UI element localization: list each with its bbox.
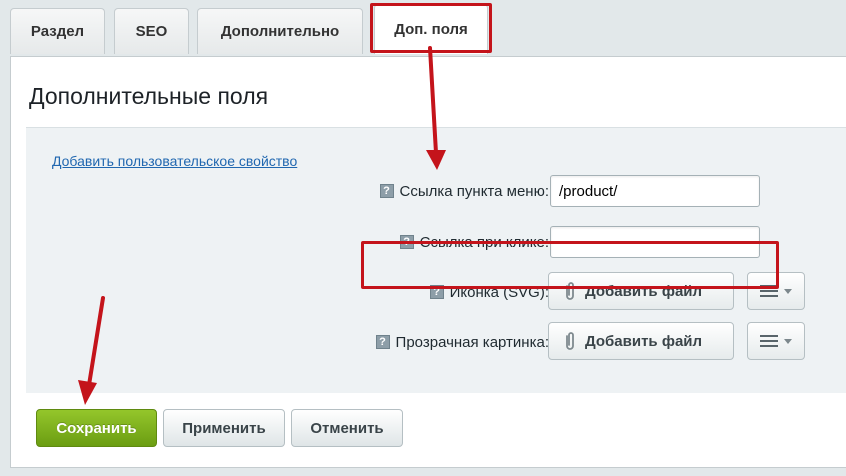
question-icon[interactable]: ? xyxy=(399,235,414,249)
tab-seo-label: SEO xyxy=(135,23,168,40)
svg-icon-add-file-button[interactable]: Добавить файл xyxy=(548,272,734,310)
transparent-image-label-text: Прозрачная картинка: xyxy=(395,333,549,351)
tab-extra-fields-label: Доп. поля xyxy=(394,21,468,38)
field-row-menu-link: ? Ссылка пункта меню: xyxy=(26,171,846,211)
svg-icon-add-file-label: Добавить файл xyxy=(585,282,703,300)
tab-bar: Раздел SEO Дополнительно Доп. поля xyxy=(0,0,846,60)
paperclip-icon xyxy=(566,282,574,300)
tab-section-label: Раздел xyxy=(30,23,85,40)
click-link-label: ? Ссылка при клике: xyxy=(399,222,549,262)
save-button[interactable]: Сохранить xyxy=(36,409,157,447)
click-link-input[interactable] xyxy=(550,226,760,258)
menu-link-input[interactable] xyxy=(550,175,760,207)
question-icon[interactable]: ? xyxy=(379,184,394,198)
chevron-down-icon xyxy=(784,338,792,344)
transparent-image-add-file-label: Добавить файл xyxy=(585,332,703,350)
question-icon[interactable]: ? xyxy=(375,335,390,349)
svg-icon-label-text: Иконка (SVG): xyxy=(449,283,549,301)
transparent-image-label: ? Прозрачная картинка: xyxy=(375,322,549,362)
field-row-transparent-image: ? Прозрачная картинка: Добавить файл xyxy=(26,322,846,362)
tab-section[interactable]: Раздел xyxy=(10,8,105,54)
tab-additional-label: Дополнительно xyxy=(220,23,340,40)
panel-title: Дополнительные поля xyxy=(29,83,269,109)
chevron-down-icon xyxy=(784,288,792,294)
transparent-image-menu-button[interactable] xyxy=(747,322,805,360)
extra-fields-panel: Дополнительные поля Добавить пользовател… xyxy=(10,56,846,468)
add-custom-property-link[interactable]: Добавить пользовательское свойство xyxy=(52,153,297,169)
cancel-button[interactable]: Отменить xyxy=(291,409,403,447)
hamburger-icon xyxy=(760,335,778,347)
menu-link-label: ? Ссылка пункта меню: xyxy=(379,171,549,211)
fields-form: Добавить пользовательское свойство ? Ссы… xyxy=(26,127,846,393)
paperclip-icon xyxy=(566,332,574,350)
tab-additional[interactable]: Дополнительно xyxy=(197,8,363,54)
tab-extra-fields[interactable]: Доп. поля xyxy=(374,4,488,54)
question-icon[interactable]: ? xyxy=(429,285,444,299)
tab-seo[interactable]: SEO xyxy=(114,8,189,54)
menu-link-label-text: Ссылка пункта меню: xyxy=(399,182,549,200)
click-link-label-text: Ссылка при клике: xyxy=(419,233,549,251)
hamburger-icon xyxy=(760,285,778,297)
svg-icon-label: ? Иконка (SVG): xyxy=(429,272,549,312)
transparent-image-add-file-button[interactable]: Добавить файл xyxy=(548,322,734,360)
field-row-svg-icon: ? Иконка (SVG): Добавить файл xyxy=(26,272,846,312)
svg-icon-menu-button[interactable] xyxy=(747,272,805,310)
field-row-click-link: ? Ссылка при клике: xyxy=(26,222,846,262)
apply-button[interactable]: Применить xyxy=(163,409,285,447)
